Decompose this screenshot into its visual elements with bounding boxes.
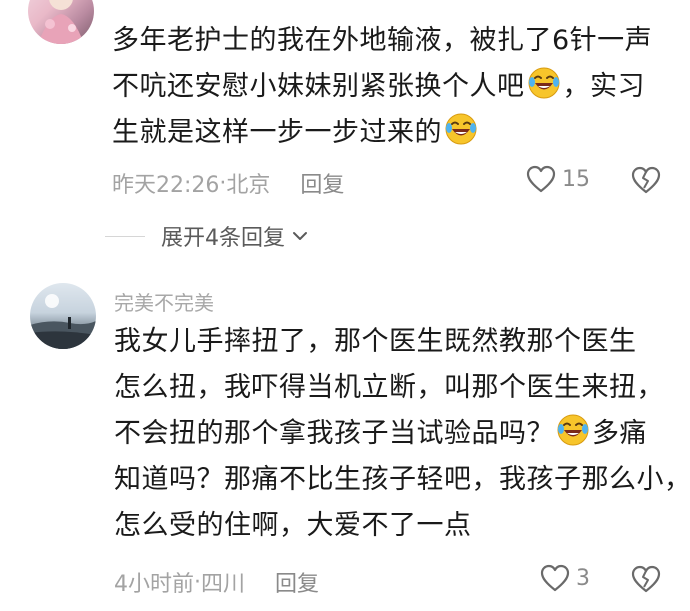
comment-text-segment: ，实习 — [562, 71, 645, 102]
reply-button[interactable]: 回复 — [300, 167, 344, 199]
laughing-tears-emoji-icon — [528, 67, 559, 99]
comment-text-line: 不会扭的那个拿我孩子当试验品吗？ 多痛 — [114, 411, 674, 457]
comment-text-segment: 怎么扭，我吓得当机立断，叫那个医生来扭， — [114, 372, 664, 403]
comment-text-segment: 怎么受的住啊，大爱不了一点 — [114, 510, 472, 541]
comment-text-line: 我女儿手摔扭了，那个医生既然教那个医生 — [114, 319, 674, 365]
comment-text-line: 怎么受的住啊，大爱不了一点 — [114, 503, 674, 549]
comment-1: 多年老护士的我在外地输液，被扎了6针一声 不吭还安慰小妹妹别紧张换个人吧 ，实习生就… — [0, 0, 690, 200]
meta-separator: · — [194, 569, 201, 595]
comment-location: 北京 — [226, 173, 271, 198]
comment-text-line: 生就是这样一步一步过来的 — [112, 110, 672, 156]
comment-text-segment: 知道吗？那痛不比生孩子轻吧，我孩子那么小， — [114, 464, 690, 495]
username[interactable]: 完美不完美 — [114, 287, 214, 316]
comment-text-line: 知道吗？那痛不比生孩子轻吧，我孩子那么小， — [114, 457, 690, 503]
comment-text-line: 怎么扭，我吓得当机立断，叫那个医生来扭， — [114, 365, 674, 411]
expand-replies-label: 展开4条回复 — [161, 226, 285, 251]
comment-text-line: 多年老护士的我在外地输液，被扎了6针一声 — [112, 18, 672, 64]
avatar-image — [30, 294, 96, 349]
dislike-button[interactable] — [631, 166, 661, 198]
comment-text-segment: 我女儿手摔扭了，那个医生既然教那个医生 — [114, 326, 637, 357]
meta-separator: · — [219, 170, 227, 196]
comment-text-segment: 不会扭的那个拿我孩子当试验品吗？ — [114, 418, 554, 449]
like-button[interactable]: 3 — [540, 564, 590, 592]
like-count: 3 — [576, 565, 590, 591]
heart-outline-icon — [540, 564, 570, 592]
comment-text: 我女儿手摔扭了，那个医生既然教那个医生 怎么扭，我吓得当机立断，叫那个医生来扭， 不… — [114, 319, 690, 549]
comment-text-segment: 多年老护士的我在外地输液，被扎了6针一声 — [112, 25, 653, 56]
laughing-tears-emoji-icon — [445, 113, 477, 145]
avatar[interactable] — [30, 283, 96, 349]
divider-line — [105, 235, 145, 237]
comment-text-segment: 多痛 — [592, 418, 647, 449]
comment-meta: 4小时前 · 四川 回复 — [114, 566, 319, 598]
like-count: 15 — [562, 166, 590, 192]
laughing-tears-emoji-icon — [557, 414, 589, 446]
expand-replies-button[interactable]: 展开4条回复 — [105, 220, 309, 252]
avatar-image — [38, 0, 84, 44]
heart-outline-icon — [526, 165, 556, 193]
broken-heart-icon — [631, 166, 661, 194]
chevron-down-icon — [293, 232, 307, 240]
comment-time: 昨天22:26 — [112, 173, 220, 198]
like-button[interactable]: 15 — [526, 165, 590, 193]
comment-location: 四川 — [201, 572, 246, 597]
avatar[interactable] — [28, 0, 94, 44]
comment-meta: 昨天22:26 · 北京 回复 — [112, 167, 344, 199]
comment-2: 完美不完美 我女儿手摔扭了，那个医生既然教那个医生 怎么扭，我吓得当机立断，叫那个… — [0, 265, 690, 611]
comment-text-segment: 不吭还安慰小妹妹别紧张换个人吧 — [112, 71, 525, 102]
dislike-button[interactable] — [631, 565, 661, 597]
broken-heart-icon — [631, 565, 661, 593]
comment-time: 4小时前 — [114, 572, 194, 597]
comment-text-segment: 生就是这样一步一步过来的 — [112, 117, 442, 148]
reply-button[interactable]: 回复 — [275, 566, 319, 598]
comment-text-line: 不吭还安慰小妹妹别紧张换个人吧 ，实习 — [112, 64, 672, 110]
comment-text: 多年老护士的我在外地输液，被扎了6针一声 不吭还安慰小妹妹别紧张换个人吧 ，实习生就… — [112, 18, 672, 156]
